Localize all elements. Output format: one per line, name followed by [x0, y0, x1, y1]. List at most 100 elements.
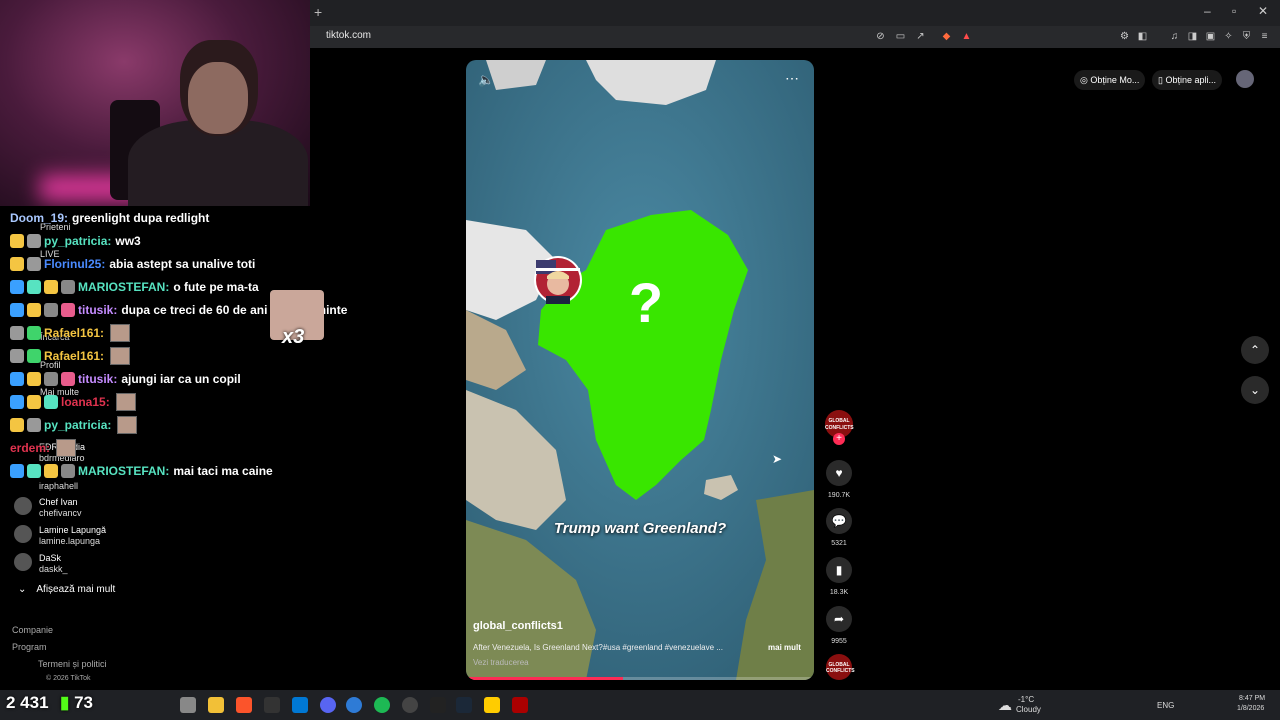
reader-icon[interactable]: ⊘: [874, 30, 887, 43]
account-handle: iraphahell: [39, 481, 79, 491]
spotify-icon[interactable]: [374, 697, 390, 713]
previous-video-button[interactable]: ⌃: [1241, 336, 1269, 364]
chat-badge-icon: [10, 464, 24, 478]
translate-link[interactable]: Vezi traducerea: [473, 658, 529, 667]
volume-icon[interactable]: 🔈: [478, 72, 494, 88]
save-button[interactable]: ▮: [826, 557, 852, 583]
video-progress-bar[interactable]: [466, 677, 623, 680]
account-name[interactable]: DaSk: [39, 553, 61, 563]
next-video-button[interactable]: ⌄: [1241, 376, 1269, 404]
cast-icon[interactable]: ▭: [894, 30, 907, 43]
steam-icon[interactable]: [456, 697, 472, 713]
coin-icon: ◎: [1080, 75, 1091, 85]
share-count: 9955: [831, 638, 847, 645]
task-view-icon[interactable]: [180, 697, 196, 713]
sidebar-icon[interactable]: ◨: [1186, 30, 1199, 43]
chat-username[interactable]: titusik:: [78, 372, 117, 386]
chat-emote: [110, 324, 131, 342]
store-icon[interactable]: [292, 697, 308, 713]
chat-username[interactable]: titusik:: [78, 303, 117, 317]
chat-username[interactable]: Doom_19:: [10, 211, 68, 225]
avatar[interactable]: [14, 497, 32, 515]
show-more-button[interactable]: ⌄ Afișează mai mult: [18, 584, 115, 595]
menu-icon[interactable]: ≡: [1258, 30, 1271, 43]
profile-avatar[interactable]: [1236, 70, 1254, 88]
discord-icon[interactable]: [320, 697, 336, 713]
chat-username[interactable]: MARIOSTEFAN:: [78, 280, 169, 294]
chat-badge-icon: [61, 303, 75, 317]
chat-badge-icon: [27, 234, 41, 248]
footer-link-terms[interactable]: Termeni și politici: [38, 659, 107, 669]
account-name[interactable]: Lamine Lapungă: [39, 525, 106, 535]
leo-icon[interactable]: ✧: [1222, 30, 1235, 43]
get-coins-button[interactable]: ◎ Obține Mo...: [1074, 70, 1146, 90]
minimize-icon[interactable]: –: [1204, 4, 1211, 18]
chevron-up-icon: ⌃: [1249, 343, 1261, 357]
chat-username[interactable]: loana15:: [61, 395, 110, 409]
comment-button[interactable]: 💬: [826, 508, 852, 534]
more-options-icon[interactable]: ⋯: [785, 70, 800, 87]
like-button[interactable]: ♥: [826, 460, 852, 486]
app-icon[interactable]: [264, 697, 280, 713]
chat-badge-icon: [10, 418, 24, 432]
restore-icon[interactable]: ▫: [1232, 4, 1236, 18]
music-icon[interactable]: ♫: [1168, 30, 1181, 43]
close-icon[interactable]: ✕: [1258, 4, 1268, 18]
app-icon[interactable]: [484, 697, 500, 713]
footer-link-company[interactable]: Companie: [12, 625, 53, 635]
account-handle: lamine.lapunga: [39, 536, 101, 546]
account-name[interactable]: Chef Ivan: [39, 497, 78, 507]
new-tab-button[interactable]: +: [314, 4, 322, 20]
chat-badge-icon: [10, 395, 24, 409]
app-icon[interactable]: [430, 697, 446, 713]
chat-username[interactable]: Rafael161:: [44, 326, 104, 340]
screenshot-icon[interactable]: ◧: [1136, 30, 1149, 43]
chat-username[interactable]: py_patricia:: [44, 234, 111, 248]
clock-date[interactable]: 1/8/2026: [1237, 705, 1264, 712]
chat-badge-icon: [27, 280, 41, 294]
chat-username[interactable]: MARIOSTEFAN:: [78, 464, 169, 478]
chat-message: Doom_19: greenlight dupa redlight: [10, 208, 209, 228]
clock-time[interactable]: 8:47 PM: [1239, 695, 1265, 702]
file-explorer-icon[interactable]: [208, 697, 224, 713]
chat-emote: [117, 416, 138, 434]
avatar[interactable]: [14, 553, 32, 571]
wallet-icon[interactable]: ▣: [1204, 30, 1217, 43]
language-indicator[interactable]: ENG: [1157, 701, 1174, 710]
music-disc[interactable]: GLOBAL CONFLICTS: [826, 654, 855, 680]
chat-emote: [115, 393, 136, 411]
secondary-counter: ▮ 73: [60, 693, 93, 713]
share-icon[interactable]: ↗: [914, 30, 927, 43]
app-icon[interactable]: [346, 697, 362, 713]
chat-username[interactable]: Rafael161:: [44, 349, 104, 363]
footer-link-program[interactable]: Program: [12, 642, 47, 652]
chat-badge-icon: [27, 395, 41, 409]
weather-temp[interactable]: -1°C: [1018, 695, 1034, 704]
weather-icon: ☁: [998, 697, 1012, 713]
rewards-icon[interactable]: ▲: [960, 30, 973, 43]
follow-button[interactable]: +: [833, 433, 845, 445]
see-more-link[interactable]: mai mult: [768, 643, 801, 652]
video-author[interactable]: global_conflicts1: [473, 620, 563, 632]
chat-message: Florinul25: abia astept sa unalive toti: [10, 254, 255, 274]
url-text: tiktok.com: [326, 30, 372, 41]
app-icon[interactable]: [512, 697, 528, 713]
extensions-icon[interactable]: ⚙: [1118, 30, 1131, 43]
video-player[interactable]: ? 🔈 ⋯ Trump want Greenland? global_confl…: [466, 60, 814, 680]
chat-username[interactable]: py_patricia:: [44, 418, 111, 432]
chat-username[interactable]: erdem:: [10, 441, 50, 455]
kick-icon: ▮: [60, 693, 75, 712]
chevron-down-icon: ⌄: [1249, 383, 1261, 397]
brave-shield-icon[interactable]: ◆: [940, 30, 953, 43]
address-bar[interactable]: tiktok.com ⊘ ▭ ↗ ◆ ▲ ⚙ ◧ ♫ ◨ ▣ ✧ ⛨ ≡: [310, 26, 1280, 48]
copyright: © 2026 TikTok: [46, 675, 91, 682]
get-app-button[interactable]: ▯ Obține apli...: [1152, 70, 1222, 90]
vpn-icon[interactable]: ⛨: [1240, 30, 1253, 43]
chat-username[interactable]: Florinul25:: [44, 257, 105, 271]
chat-text: mai taci ma caine: [173, 464, 273, 478]
chat-badge-icon: [61, 372, 75, 386]
share-button[interactable]: ➦: [826, 606, 852, 632]
avatar[interactable]: [14, 525, 32, 543]
brave-icon[interactable]: [236, 697, 252, 713]
obs-icon[interactable]: [402, 697, 418, 713]
